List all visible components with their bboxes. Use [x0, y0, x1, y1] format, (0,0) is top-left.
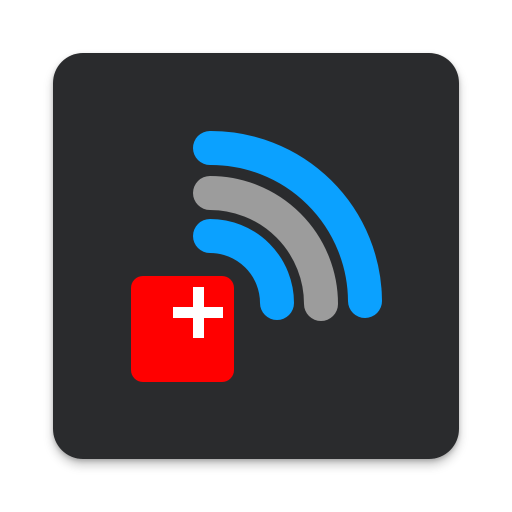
plus-badge-background [131, 276, 234, 382]
plus-badge [131, 276, 234, 382]
stage [0, 0, 512, 512]
app-icon-graphic [53, 53, 459, 459]
plus-icon-horizontal-bar [173, 307, 223, 318]
app-icon[interactable] [53, 53, 459, 459]
